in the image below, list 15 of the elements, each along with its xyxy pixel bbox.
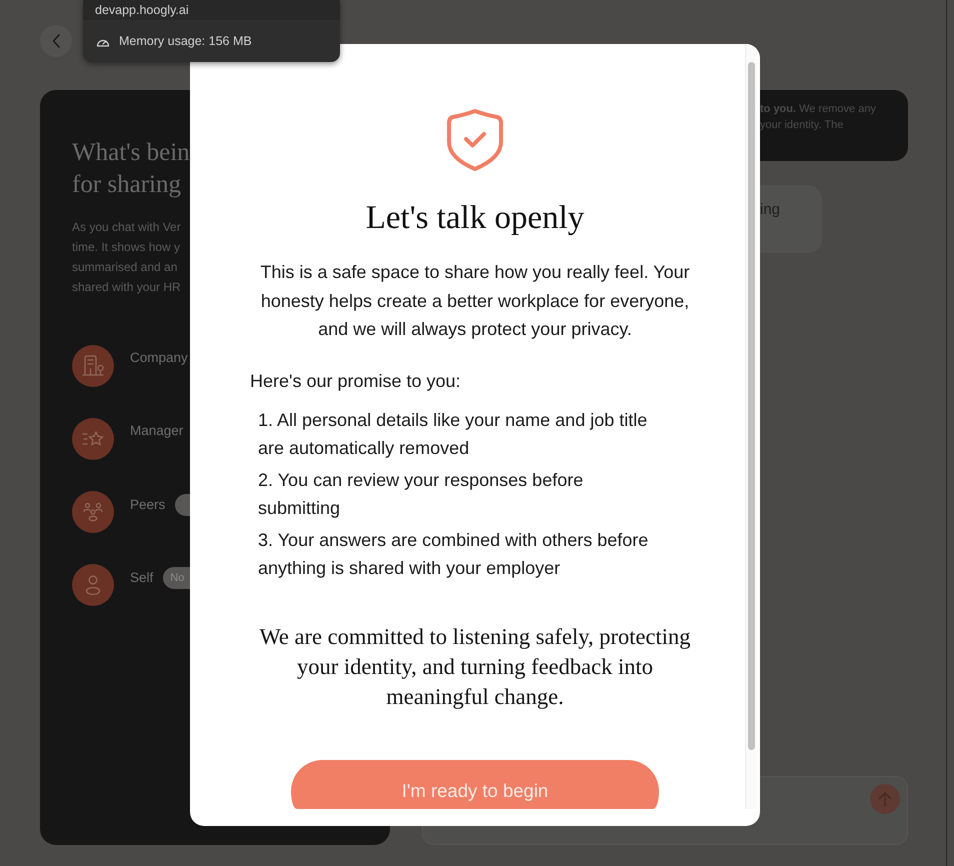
- promise-item: 2. You can review your responses before submitting: [258, 468, 584, 520]
- panel-title: What's bein for sharing: [72, 138, 190, 200]
- promise-heading: Here's our promise to you:: [250, 370, 461, 390]
- promise-item: 1. All personal details like your name and job title are automatically removed: [258, 408, 648, 460]
- item-label: Company: [130, 349, 188, 367]
- dialog-title: Let's talk openly: [366, 199, 584, 238]
- panel-description: As you chat with Ver time. It shows how y summarised and an shared with your HR: [72, 219, 181, 296]
- intro-text: This is a safe space to share how you really feel. Your honesty helps create a better workplace for everyone, and we will always protect your privacy.: [259, 261, 691, 341]
- closing-text: We are committed to listening safely, protecting your identity, and turning feedback into meaningful change.: [258, 622, 692, 711]
- url-text: devapp.hoogly.ai: [95, 3, 189, 17]
- promise-item: 3. Your answers are combined with others before anything is shared with your employer: [258, 528, 650, 580]
- item-label: Self: [130, 569, 154, 587]
- memory-usage-text: Memory usage: 156 MB: [119, 34, 252, 48]
- item-label: Manager: [130, 422, 184, 440]
- item-label: Peers: [130, 496, 166, 514]
